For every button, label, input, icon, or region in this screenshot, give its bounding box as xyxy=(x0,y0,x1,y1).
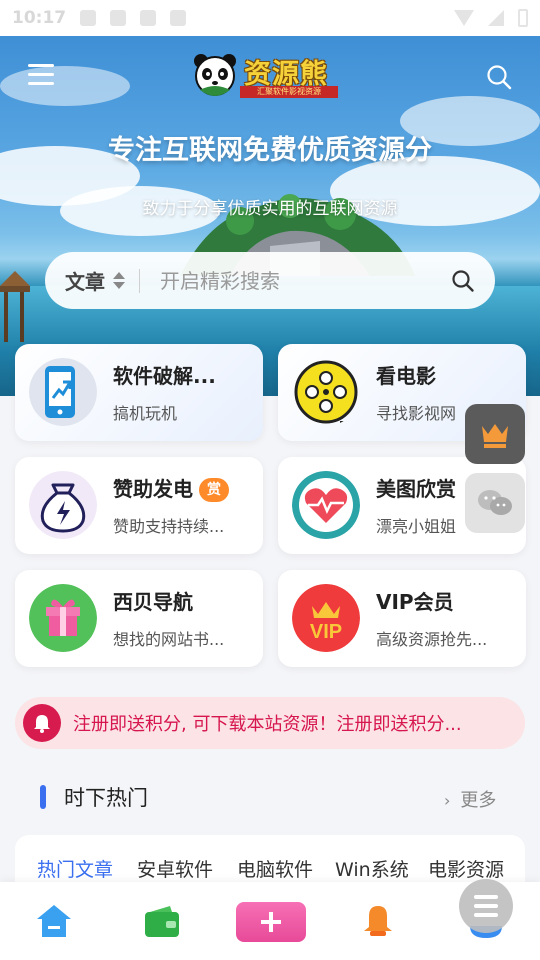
category-card-sponsor[interactable]: 赞助发电赏 赞助支持持续... xyxy=(15,457,263,554)
sort-arrows-icon[interactable] xyxy=(113,271,125,291)
tab-android-software[interactable]: 安卓软件 xyxy=(137,855,213,882)
card-title: VIP会员 xyxy=(376,590,454,614)
more-label: 更多 xyxy=(460,790,497,811)
crown-icon xyxy=(482,424,508,448)
add-icon xyxy=(261,912,281,932)
menu-icon xyxy=(474,895,498,899)
gallery-status-icon xyxy=(80,10,97,26)
card-description: 想找的网站书... xyxy=(113,630,225,649)
svg-text:VIP: VIP xyxy=(310,621,342,643)
card-description: 搞机玩机 xyxy=(113,404,178,423)
download-status-icon xyxy=(140,10,157,26)
category-card-software[interactable]: 软件破解... 搞机玩机 xyxy=(15,344,263,441)
hero-subtitle: 致力于分享优质实用的互联网资源 xyxy=(142,199,398,219)
wechat-float-button[interactable] xyxy=(465,473,525,533)
search-bar: 文章 xyxy=(45,252,495,309)
film-reel-icon xyxy=(294,360,358,424)
phone-upgrade-icon xyxy=(29,358,97,426)
wallet-icon[interactable] xyxy=(142,902,182,940)
menu-button[interactable] xyxy=(28,64,56,86)
search-input[interactable] xyxy=(160,268,451,293)
card-title: 看电影 xyxy=(376,364,436,388)
tab-win-system[interactable]: Win系统 xyxy=(335,855,409,882)
search-icon xyxy=(487,65,512,90)
status-bar: 10:17 xyxy=(0,0,540,36)
hero-title: 专注互联网免费优质资源分 xyxy=(108,135,432,166)
add-button[interactable] xyxy=(236,902,306,942)
notification-icons xyxy=(80,10,187,26)
card-title: 西贝导航 xyxy=(113,590,193,614)
card-title-text: 赞助发电 xyxy=(113,477,193,501)
search-icon[interactable] xyxy=(451,269,475,293)
reward-badge: 赏 xyxy=(199,478,229,502)
site-logo[interactable]: 资源熊 汇聚软件影视资源 xyxy=(192,50,342,100)
announcement-text: 注册即送积分, 可下载本站资源！注册即送积分... xyxy=(73,714,462,735)
tab-hot-articles[interactable]: 热门文章 xyxy=(37,855,113,882)
chevron-right-icon: › xyxy=(444,791,451,810)
search-divider xyxy=(139,268,140,293)
settings-status-icon xyxy=(170,10,187,26)
card-description: 漂亮小姐姐 xyxy=(376,517,457,536)
announcement-bar[interactable]: 注册即送积分, 可下载本站资源！注册即送积分... xyxy=(15,697,525,749)
panda-logo-icon xyxy=(194,54,236,96)
card-title: 软件破解... xyxy=(113,364,216,388)
more-link[interactable]: › 更多 xyxy=(444,786,496,812)
category-card-vip[interactable]: VIP VIP会员 高级资源抢先... xyxy=(278,570,526,667)
wifi-icon xyxy=(454,10,474,26)
card-title: 赞助发电赏 xyxy=(113,473,229,502)
money-bag-icon xyxy=(29,471,97,539)
heart-pulse-icon xyxy=(292,471,360,539)
menu-icon xyxy=(28,64,54,67)
card-description: 寻找影视网 xyxy=(376,404,457,423)
tab-pc-software[interactable]: 电脑软件 xyxy=(237,855,313,882)
hero-banner: 资源熊 汇聚软件影视资源 专注互联网免费优质资源分 致力于分享优质实用的互联网资… xyxy=(0,36,540,396)
gift-icon xyxy=(29,584,97,652)
home-icon[interactable] xyxy=(34,902,74,940)
status-time: 10:17 xyxy=(12,8,67,28)
section-title: 时下热门 xyxy=(64,786,148,810)
signal-icon xyxy=(488,10,504,26)
pier-illustration xyxy=(0,271,30,342)
vip-crown-icon: VIP xyxy=(292,584,360,652)
category-card-navigation[interactable]: 西贝导航 想找的网站书... xyxy=(15,570,263,667)
logo-subtitle: 汇聚软件影视资源 xyxy=(240,86,338,98)
download-status-icon xyxy=(110,10,127,26)
section-indicator xyxy=(40,785,46,809)
search-category-select[interactable]: 文章 xyxy=(65,266,105,295)
cloud-decoration xyxy=(0,66,130,106)
bottom-navigation xyxy=(0,882,540,960)
bell-icon xyxy=(23,704,61,742)
card-title: 美图欣赏 xyxy=(376,477,456,501)
wechat-icon xyxy=(478,490,512,515)
vip-float-button[interactable] xyxy=(465,404,525,464)
card-description: 高级资源抢先... xyxy=(376,630,488,649)
notification-icon[interactable] xyxy=(358,902,398,940)
menu-fab-button[interactable] xyxy=(459,879,513,933)
search-button[interactable] xyxy=(486,64,512,90)
card-description: 赞助支持持续... xyxy=(113,517,225,536)
battery-icon xyxy=(518,9,528,27)
tab-movie-resources[interactable]: 电影资源 xyxy=(428,855,504,882)
